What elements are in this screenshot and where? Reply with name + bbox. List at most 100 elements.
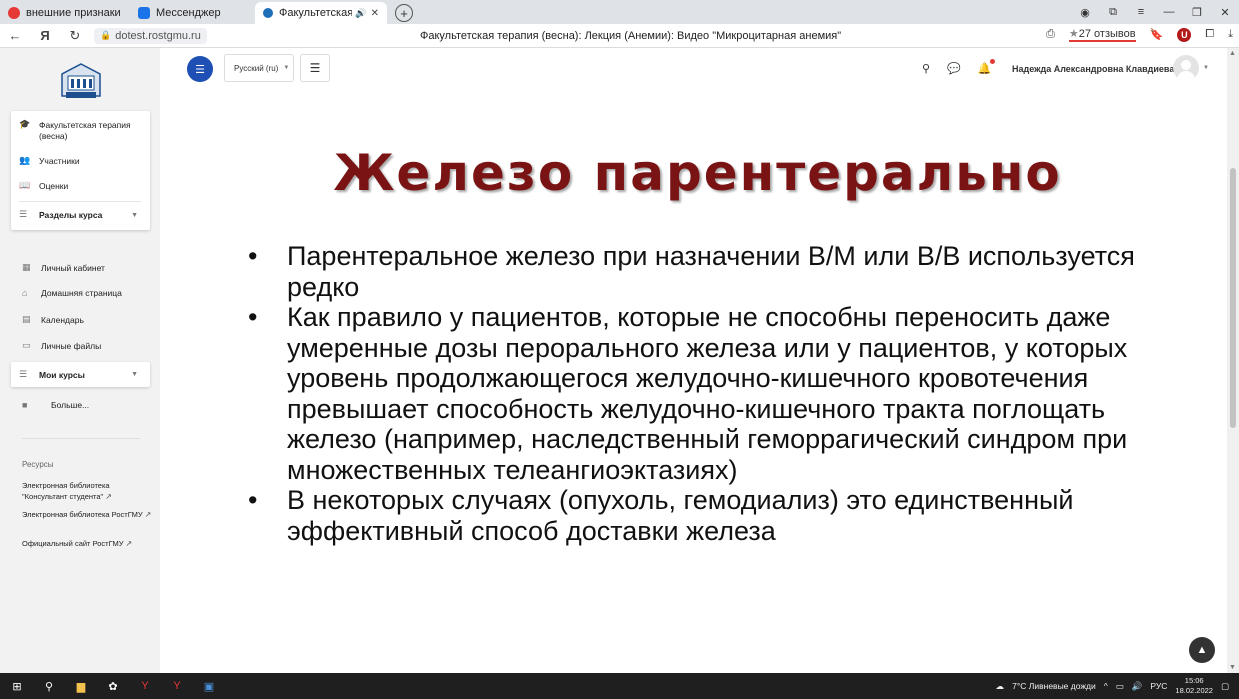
browser-tab-3-active[interactable]: Факультетская терапи 🔊 ✕ (255, 2, 387, 24)
external-link-icon: ↗ (144, 510, 152, 519)
scrollbar-thumb[interactable] (1230, 168, 1236, 428)
user-name[interactable]: Надежда Александровна Клавдиева (1012, 64, 1174, 74)
url-box[interactable]: 🔒 dotest.rostgmu.ru (94, 27, 207, 44)
resource-link-consultant[interactable]: Электронная библиотека "Консультант студ… (22, 480, 152, 502)
back-to-top-button[interactable]: ▲ (1189, 637, 1215, 663)
translate-icon[interactable]: ⎙ (1046, 28, 1055, 41)
browser-tab-2[interactable]: Мессенджер (130, 2, 255, 24)
yandex-browser-icon[interactable]: Y (168, 677, 186, 695)
address-bar: ← Я ↻ 🔒 dotest.rostgmu.ru Факультетская … (0, 24, 1239, 48)
search-icon[interactable]: ⚲ (922, 62, 930, 75)
resource-link-library[interactable]: Электронная библиотека РостГМУ ↗ (22, 509, 152, 520)
file-explorer-icon[interactable]: ▆ (72, 677, 90, 695)
minimize-icon[interactable]: — (1155, 6, 1183, 18)
system-tray: ☁ 7°C Ливневые дожди ^ ▭ 🔊 РУС 15:06 18.… (996, 673, 1229, 699)
weather-label[interactable]: 7°C Ливневые дожди (1012, 681, 1096, 691)
extension-icon[interactable]: ⧠ (1205, 28, 1214, 41)
avatar[interactable] (1173, 55, 1199, 81)
tab-label: Факультетская терапи (279, 7, 353, 19)
language-indicator[interactable]: РУС (1150, 681, 1167, 691)
tab-label: внешние признаки хобл (26, 7, 122, 19)
bullet-text: В некоторых случаях (опухоль, гемодиализ… (287, 485, 1074, 546)
avatar-body (1177, 71, 1195, 81)
slide-title: Железо парентерально (333, 144, 1062, 202)
drawer-toggle-button[interactable]: ☰ (187, 56, 213, 82)
restore-icon[interactable]: ❐ (1183, 6, 1211, 19)
slide-bullet: • Парентеральное железо при назначении В/… (245, 241, 1145, 302)
sidebar-item-grades[interactable]: 📖 Оценки (19, 181, 68, 192)
app-icon[interactable]: ▣ (200, 677, 218, 695)
yandex-browser-icon[interactable]: Y (136, 677, 154, 695)
resource-link-official-site[interactable]: Официальный сайт РостГМУ ↗ (22, 538, 152, 549)
windows-taskbar: ⊞ ⚲ ▆ ✿ Y Y ▣ ☁ 7°C Ливневые дожди ^ ▭ 🔊… (0, 673, 1239, 699)
site-favicon-icon (263, 8, 273, 18)
menu-icon[interactable]: ≡ (1127, 6, 1155, 18)
left-sidebar: 🎓 Факультетская терапия (весна) 👥 Участн… (0, 48, 160, 673)
sidebar-item-participants[interactable]: 👥 Участники (19, 155, 80, 167)
sidebar-item-more[interactable]: ■ Больше... (22, 400, 89, 410)
clock[interactable]: 15:06 18.02.2022 (1175, 676, 1213, 696)
chevron-down-icon[interactable]: ▼ (131, 371, 138, 378)
course-menu-button[interactable]: ☰ (300, 54, 330, 82)
sidebar-item-course[interactable]: 🎓 Факультетская терапия (весна) (19, 120, 139, 142)
tab-close-icon[interactable]: ✕ (371, 8, 379, 19)
sidebar-item-dashboard[interactable]: ▦ Личный кабинет (22, 262, 105, 273)
sidebar-item-home[interactable]: ⌂ Домашняя страница (22, 288, 122, 298)
back-icon[interactable]: ← (0, 28, 30, 43)
chevron-down-icon[interactable]: ▼ (1203, 65, 1209, 71)
scroll-down-icon[interactable]: ▼ (1229, 664, 1236, 671)
bullet-text: Парентеральное железо при назначении В/М… (287, 241, 1135, 302)
resource-label: Электронная библиотека РостГМУ (22, 510, 143, 519)
language-select[interactable]: Русский (ru) ▼ (224, 54, 294, 82)
star-icon: ★ (1068, 28, 1079, 40)
reviews-link[interactable]: ★27 отзывов (1068, 27, 1136, 42)
messages-icon[interactable]: 💬 (947, 62, 961, 75)
network-icon[interactable]: ▭ (1116, 681, 1124, 692)
scroll-up-icon[interactable]: ▲ (1229, 50, 1236, 57)
tray-up-icon[interactable]: ^ (1104, 681, 1108, 691)
users-icon: 👥 (19, 155, 31, 165)
sidebar-item-my-courses[interactable]: ☰ Мои курсы (19, 370, 85, 381)
yandex-icon[interactable]: Я (30, 28, 60, 43)
calendar-icon: ▤ (22, 314, 31, 324)
reviews-label: 27 отзывов (1078, 28, 1136, 40)
bookmark-icon[interactable]: 🔖 (1150, 28, 1164, 41)
notifications-icon[interactable]: ▢ (1221, 681, 1229, 692)
dashboard-icon: ▦ (22, 262, 31, 272)
header-icons: ⚲ 💬 🔔 (922, 59, 996, 75)
card-divider (19, 201, 141, 202)
reload-icon[interactable]: ↻ (60, 28, 90, 44)
folder-icon: ■ (22, 400, 28, 410)
page-scrollbar[interactable]: ▲ ▼ (1227, 48, 1239, 673)
close-window-icon[interactable]: ✕ (1211, 6, 1239, 19)
weather-icon[interactable]: ☁ (996, 681, 1005, 692)
bullet-text: Как правило у пациентов, которые не спос… (287, 302, 1128, 485)
rostgmu-logo-icon (61, 63, 101, 98)
volume-icon[interactable]: 🔊 (1132, 681, 1143, 692)
notification-dot (990, 59, 996, 64)
app-icon[interactable]: ✿ (104, 677, 122, 695)
notifications-icon[interactable]: 🔔 (978, 59, 996, 75)
collections-icon[interactable]: ⧉ (1099, 6, 1127, 19)
profile-icon[interactable]: ◉ (1071, 6, 1099, 19)
taskbar-apps: ⊞ ⚲ ▆ ✿ Y Y ▣ (8, 677, 218, 695)
download-icon[interactable]: ⤓ (1228, 28, 1233, 41)
sidebar-item-files[interactable]: ▭ Личные файлы (22, 340, 101, 351)
browser-tab-bar: внешние признаки хобл Мессенджер Факульт… (0, 0, 1239, 24)
browser-tab-1[interactable]: внешние признаки хобл (0, 2, 130, 24)
sections-label: Разделы курса (39, 210, 103, 220)
sidebar-item-calendar[interactable]: ▤ Календарь (22, 314, 84, 325)
search-icon[interactable]: ⚲ (40, 677, 58, 695)
sidebar-item-sections[interactable]: ☰ Разделы курса (19, 210, 103, 221)
resource-label: Официальный сайт РостГМУ (22, 539, 124, 548)
my-courses-card[interactable]: ☰ Мои курсы ▼ (11, 362, 150, 387)
messenger-favicon-icon (138, 7, 150, 19)
chevron-down-icon[interactable]: ▼ (131, 212, 138, 219)
extension-badge[interactable]: U (1177, 27, 1192, 42)
windows-start-icon[interactable]: ⊞ (8, 677, 26, 695)
new-tab-button[interactable]: + (395, 4, 413, 22)
list-icon: ☰ (195, 63, 205, 76)
sound-icon[interactable]: 🔊 (355, 8, 366, 19)
lock-icon: 🔒 (100, 30, 112, 40)
window-controls: ◉ ⧉ ≡ — ❐ ✕ (1071, 0, 1239, 24)
